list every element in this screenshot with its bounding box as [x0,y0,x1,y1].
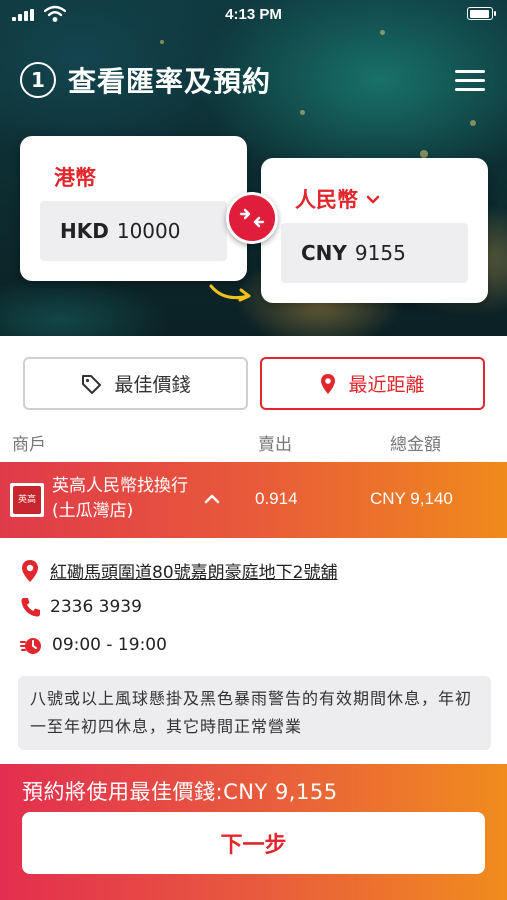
sort-nearest-button[interactable]: 最近距離 [260,357,485,410]
bokeh-dot [380,30,385,35]
step-indicator: 1 [20,62,56,98]
chevron-down-icon [366,195,380,204]
to-currency-selector[interactable]: 人民幣 [295,184,380,214]
from-currency-label: 港幣 [54,166,96,190]
hero-header: 4:13 PM 1 查看匯率及預約 港幣 HKD 10000 人民幣 CNY 9… [0,0,507,336]
battery-icon [467,7,496,20]
merchant-logo: 英高 [10,483,44,517]
from-currency-code: HKD [60,219,109,243]
merchant-hours-row: 09:00 - 19:00 [20,634,167,656]
column-sell: 賣出 [258,435,292,455]
to-amount-field[interactable]: CNY 9155 [281,223,468,283]
tag-icon [82,374,102,394]
merchant-address-row[interactable]: 紅磡馬頭圍道80號嘉朗豪庭地下2號舖 [20,558,337,583]
page-header: 1 查看匯率及預約 [20,60,271,100]
merchant-phone[interactable]: 2336 3939 [50,597,142,617]
reservation-footer: 預約將使用最佳價錢:CNY 9,155 下一步 [0,764,507,900]
merchant-address-link[interactable]: 紅磡馬頭圍道80號嘉朗豪庭地下2號舖 [50,558,337,583]
merchant-total: CNY 9,140 [370,489,453,508]
merchant-sell-rate: 0.914 [255,489,298,508]
sort-nearest-label: 最近距離 [348,374,425,396]
column-headers: 商戶 賣出 總金額 [0,430,507,455]
from-amount-value: 10000 [116,219,181,243]
merchant-hours: 09:00 - 19:00 [52,635,167,655]
merchant-logo-text: 英高 [13,486,41,514]
swap-arrows-icon [239,208,265,228]
status-time: 4:13 PM [225,6,282,23]
clock-icon [20,638,41,654]
to-currency-code: CNY [301,241,347,265]
sort-best-price-button[interactable]: 最佳價錢 [23,357,248,410]
merchant-row[interactable]: 英高 英高人民幣找換行(土瓜灣店) 0.914 CNY 9,140 [0,462,507,538]
phone-icon [21,598,40,617]
chevron-up-icon[interactable] [204,493,220,505]
merchant-name: 英高人民幣找換行(土瓜灣店) [52,476,188,521]
bokeh-dot [420,150,428,158]
to-currency-card[interactable]: 人民幣 CNY 9155 [261,158,488,303]
from-currency-card[interactable]: 港幣 HKD 10000 [20,136,247,281]
from-amount-field[interactable]: HKD 10000 [40,201,227,261]
column-merchant: 商戶 [12,435,46,455]
sort-best-price-label: 最佳價錢 [114,374,191,396]
to-amount-value: 9155 [354,241,406,265]
to-currency-label: 人民幣 [295,188,358,212]
column-total: 總金額 [390,435,441,455]
location-pin-icon [321,373,336,394]
bokeh-dot [300,110,305,115]
bokeh-dot [470,120,476,126]
location-pin-icon [22,559,38,582]
status-bar: 4:13 PM [0,0,507,30]
page-title: 查看匯率及預約 [68,65,272,98]
curved-arrow-icon [209,284,251,302]
merchant-notice: 八號或以上風球懸掛及黑色暴雨警告的有效期間休息，年初一至年初四休息，其它時間正常… [18,676,491,750]
menu-icon[interactable] [455,70,485,92]
reservation-summary: 預約將使用最佳價錢:CNY 9,155 [22,780,338,804]
next-step-button[interactable]: 下一步 [22,812,485,874]
merchant-phone-row[interactable]: 2336 3939 [20,596,142,618]
swap-currency-button[interactable] [226,192,278,244]
bokeh-dot [160,40,164,44]
